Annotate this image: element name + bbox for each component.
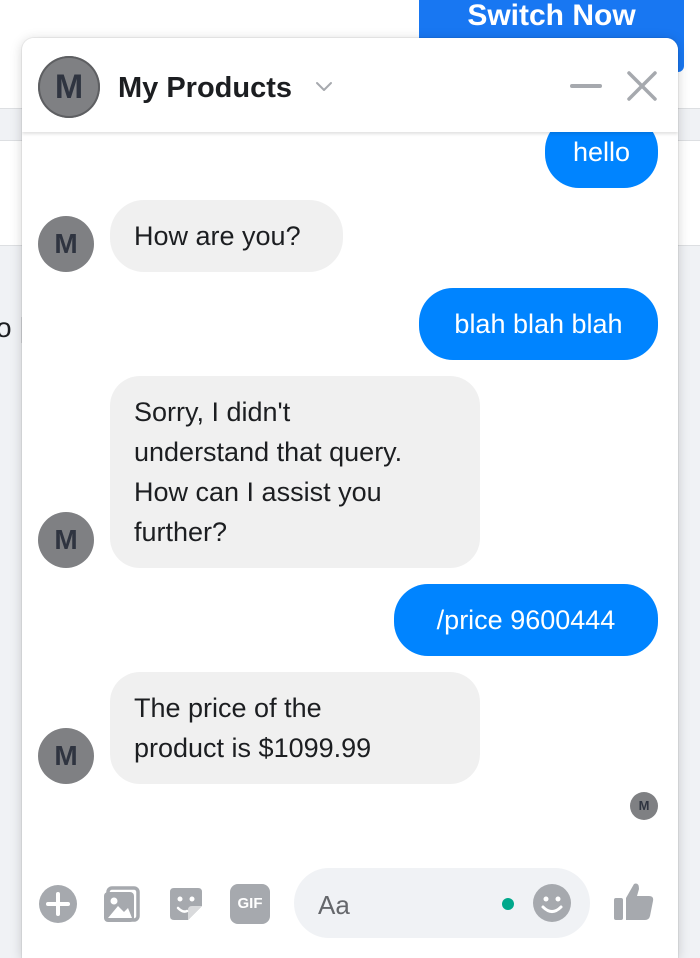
photo-icon[interactable] bbox=[102, 884, 142, 924]
plus-icon[interactable] bbox=[38, 884, 78, 924]
message-outgoing: hello bbox=[545, 132, 658, 188]
chat-header: M My Products bbox=[22, 38, 678, 132]
message-incoming: How are you? bbox=[110, 200, 343, 272]
message-incoming: Sorry, I didn't understand that query. H… bbox=[110, 376, 480, 568]
chat-title[interactable]: My Products bbox=[118, 72, 292, 105]
message-incoming: The price of the product is $1099.99 bbox=[110, 672, 480, 784]
minimize-icon[interactable] bbox=[570, 84, 602, 88]
message-input-placeholder: Aa bbox=[318, 890, 350, 920]
active-status-dot bbox=[502, 898, 514, 910]
message-outgoing: blah blah blah bbox=[419, 288, 658, 360]
chat-avatar[interactable]: M bbox=[38, 56, 100, 118]
message-input[interactable]: Aa bbox=[294, 868, 590, 938]
composer-bar: GIF Aa bbox=[22, 852, 678, 958]
bot-avatar: M bbox=[38, 728, 94, 784]
message-outgoing: /price 9600444 bbox=[394, 584, 658, 656]
seen-indicator-avatar: M bbox=[630, 792, 658, 820]
switch-now-label: Switch Now bbox=[467, 0, 636, 32]
gif-icon[interactable]: GIF bbox=[230, 884, 270, 924]
bot-avatar: M bbox=[38, 512, 94, 568]
close-icon[interactable] bbox=[626, 70, 658, 102]
message-list: hello M How are you? blah blah blah M So… bbox=[22, 132, 678, 852]
like-icon[interactable] bbox=[612, 880, 656, 924]
chat-window: M My Products hello M How are you? blah … bbox=[22, 38, 678, 958]
bot-avatar: M bbox=[38, 216, 94, 272]
chevron-down-icon[interactable] bbox=[314, 76, 334, 96]
sticker-icon[interactable] bbox=[166, 884, 206, 924]
emoji-icon[interactable] bbox=[532, 883, 572, 923]
